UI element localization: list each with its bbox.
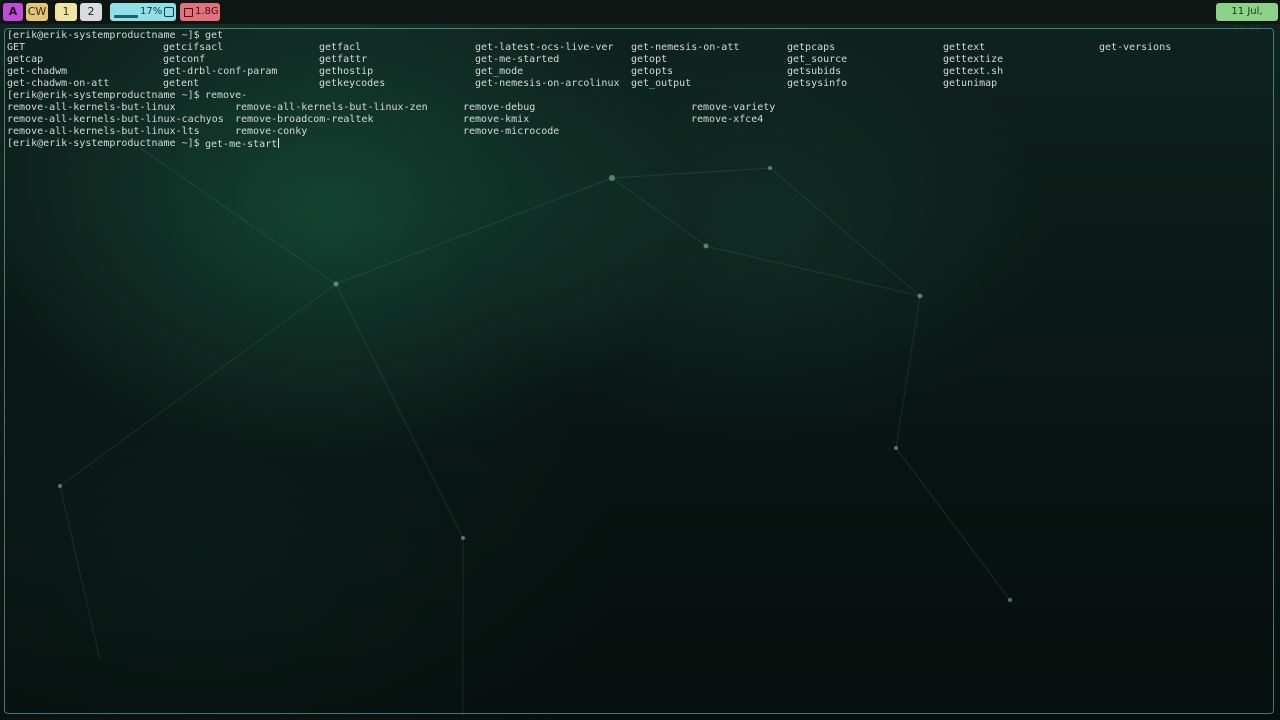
completion-item: remove-variety: [691, 102, 776, 113]
completion-item: get-me-started: [475, 54, 560, 65]
completion-item: remove-xfce4: [691, 114, 764, 125]
cpu-usage-widget: 17%: [110, 3, 176, 21]
completion-item: get_output: [631, 78, 692, 89]
completion-item: getcifsacl: [163, 42, 224, 53]
completion-item: get_mode: [475, 66, 524, 77]
clock: 11 Jul, 20:45: [1216, 3, 1278, 35]
text-cursor: [278, 138, 280, 148]
memory-widget: 1.8G: [180, 3, 220, 21]
completion-item: getcap: [7, 54, 44, 65]
completion-item: remove-all-kernels-but-linux-cachyos: [7, 114, 224, 125]
completion-row: GET getcifsacl getfacl get-latest-ocs-li…: [7, 42, 1271, 54]
completion-item: get-drbl-conf-param: [163, 66, 278, 77]
workspace-2-button[interactable]: 2: [80, 3, 102, 21]
completion-item: remove-all-kernels-but-linux: [7, 102, 176, 113]
completion-row: getcap getconf getfattr get-me-started g…: [7, 54, 1271, 66]
completion-item: getfattr: [319, 54, 368, 65]
completion-item: gethostip: [319, 66, 374, 77]
completion-item: get_source: [787, 54, 848, 65]
completion-item: remove-all-kernels-but-linux-lts: [7, 126, 200, 137]
prompt: [erik@erik-systemproductname ~]$: [7, 30, 200, 41]
layout-indicator[interactable]: CW: [26, 3, 48, 21]
completion-item: get-nemesis-on-att: [631, 42, 740, 53]
completion-item: remove-debug: [463, 102, 536, 113]
completion-item: getsysinfo: [787, 78, 848, 89]
completion-item: get-chadwm: [7, 66, 68, 77]
arcolinux-logo-icon[interactable]: A: [3, 3, 23, 21]
prompt-line: [erik@erik-systemproductname ~]$ get: [7, 30, 1271, 42]
completion-row: get-chadwm get-drbl-conf-param gethostip…: [7, 66, 1271, 78]
typed-command: get-me-start: [205, 139, 278, 150]
prompt: [erik@erik-systemproductname ~]$: [7, 138, 200, 149]
completion-item: GET: [7, 42, 26, 53]
completion-item: getopts: [631, 66, 674, 77]
completion-item: getfacl: [319, 42, 362, 53]
cpu-percent: 17%: [140, 6, 163, 17]
completion-item: getpcaps: [787, 42, 836, 53]
completion-item: remove-all-kernels-but-linux-zen: [235, 102, 428, 113]
desktop: A CW 1 2 17% 1.8G 11 Jul, 20:45 [erik@er…: [0, 0, 1280, 720]
completion-item: getkeycodes: [319, 78, 386, 89]
cpu-chip-icon: [164, 7, 174, 17]
prompt-line: [erik@erik-systemproductname ~]$ remove-: [7, 90, 1271, 102]
completion-item: gettext.sh: [943, 66, 1004, 77]
completion-item: get-chadwm-on-att: [7, 78, 110, 89]
memory-icon: [184, 8, 193, 17]
completion-row: get-chadwm-on-att getent getkeycodes get…: [7, 78, 1271, 90]
completion-item: get-latest-ocs-live-ver: [475, 42, 614, 53]
completion-item: remove-conky: [235, 126, 308, 137]
workspace-1-button[interactable]: 1: [55, 3, 77, 21]
terminal-window[interactable]: [erik@erik-systemproductname ~]$ get GET…: [4, 28, 1274, 714]
command-input[interactable]: get-me-start: [205, 138, 280, 151]
completion-row: remove-all-kernels-but-linux-lts remove-…: [7, 126, 1271, 138]
completion-item: gettext: [943, 42, 986, 53]
completion-item: get-nemesis-on-arcolinux: [475, 78, 620, 89]
prompt: [erik@erik-systemproductname ~]$: [7, 90, 200, 101]
completion-item: getconf: [163, 54, 206, 65]
command: get: [205, 30, 224, 41]
command: remove-: [205, 90, 248, 101]
completion-item: get-versions: [1099, 42, 1172, 53]
terminal-output: [erik@erik-systemproductname ~]$ get GET…: [7, 30, 1271, 150]
completion-row: remove-all-kernels-but-linux-cachyos rem…: [7, 114, 1271, 126]
completion-item: getsubids: [787, 66, 842, 77]
completion-item: getunimap: [943, 78, 998, 89]
completion-item: getent: [163, 78, 200, 89]
completion-item: remove-microcode: [463, 126, 560, 137]
completion-item: gettextize: [943, 54, 1004, 65]
memory-value: 1.8G: [195, 6, 219, 17]
completion-item: remove-broadcom-realtek: [235, 114, 374, 125]
top-bar: A CW 1 2 17% 1.8G 11 Jul, 20:45: [0, 0, 1280, 35]
cpu-graph: [114, 15, 138, 18]
completion-item: getopt: [631, 54, 668, 65]
completion-item: remove-kmix: [463, 114, 530, 125]
completion-row: remove-all-kernels-but-linux remove-all-…: [7, 102, 1271, 114]
prompt-line-active: [erik@erik-systemproductname ~]$ get-me-…: [7, 138, 1271, 150]
